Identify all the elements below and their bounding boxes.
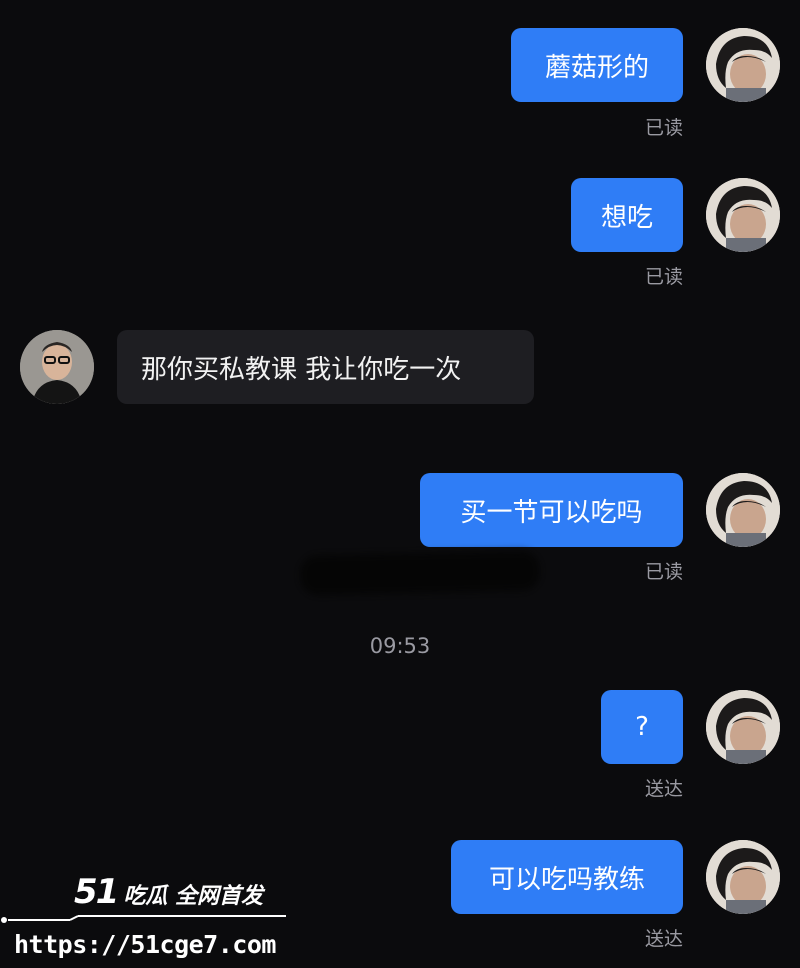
message-text: 蘑菇形的: [544, 52, 649, 83]
message-text: 买一节可以吃吗: [460, 497, 643, 528]
user-avatar[interactable]: [706, 178, 780, 252]
watermark-brand-text: 吃瓜 全网首发: [123, 884, 263, 909]
delivered-status: 送达: [644, 928, 683, 950]
outgoing-message-bubble[interactable]: 蘑菇形的: [511, 28, 683, 102]
timestamp-divider: 09:53: [369, 634, 431, 658]
watermark-url: https://51cge7.com: [14, 930, 276, 959]
user-avatar[interactable]: [706, 473, 780, 547]
message-text: ?: [635, 712, 649, 742]
user-avatar[interactable]: [706, 840, 780, 914]
watermark-brand: 51 吃瓜 全网首发: [74, 872, 263, 912]
message-text: 想吃: [600, 202, 653, 233]
message-text: 那你买私教课 我让你吃一次: [141, 354, 462, 385]
incoming-message-bubble[interactable]: 那你买私教课 我让你吃一次: [117, 330, 534, 404]
user-avatar[interactable]: [706, 690, 780, 764]
delivered-status: 送达: [644, 778, 683, 800]
message-text: 可以吃吗教练: [488, 864, 645, 895]
watermark-circuit-line: [1, 915, 286, 923]
outgoing-message-bubble[interactable]: 买一节可以吃吗: [420, 473, 683, 547]
read-status: 已读: [644, 266, 683, 288]
contact-avatar[interactable]: [20, 330, 94, 404]
redaction-mark: [299, 550, 541, 596]
read-status: 已读: [644, 561, 683, 583]
chat-thread[interactable]: 蘑菇形的 已读 想吃 已读 那你买私教课 我让你吃一次 买一节可以吃吗 已读 0…: [0, 0, 800, 968]
read-status: 已读: [644, 117, 683, 139]
watermark-brand-number: 51: [74, 872, 119, 912]
outgoing-message-bubble[interactable]: ?: [601, 690, 683, 764]
outgoing-message-bubble[interactable]: 可以吃吗教练: [451, 840, 683, 914]
outgoing-message-bubble[interactable]: 想吃: [571, 178, 683, 252]
watermark: 51 吃瓜 全网首发 https://51cge7.com: [0, 872, 300, 968]
user-avatar[interactable]: [706, 28, 780, 102]
